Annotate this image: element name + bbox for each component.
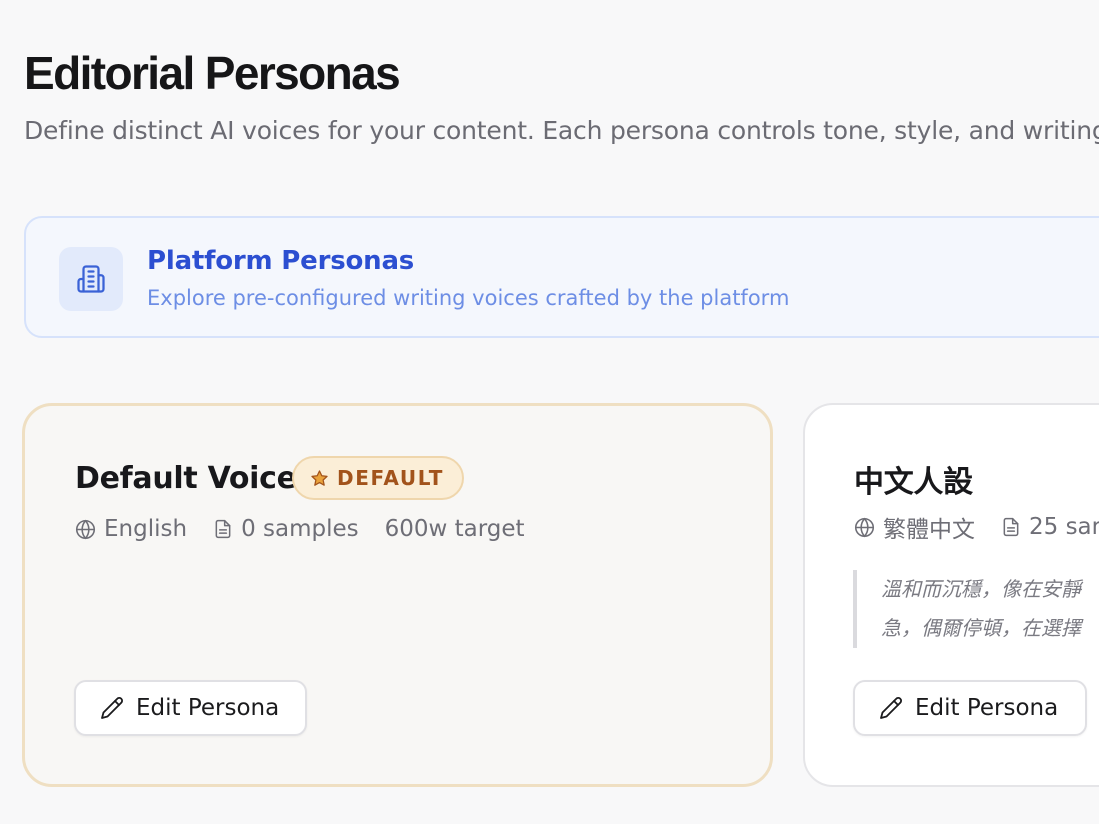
globe-icon [75, 519, 96, 540]
persona-name: Default Voice [75, 461, 297, 496]
language-meta: 繁體中文 [854, 510, 975, 544]
document-icon [213, 519, 233, 539]
target-meta: 600w target [385, 516, 525, 542]
badge-label: DEFAULT [337, 466, 445, 490]
building-icon [59, 247, 123, 311]
samples-label: 25 samples [1029, 514, 1099, 540]
platform-personas-banner[interactable]: Platform Personas Explore pre-configured… [24, 216, 1099, 338]
page-subtitle: Define distinct AI voices for your conte… [24, 116, 1099, 145]
persona-card-chinese[interactable]: 中文人設 繁體中文 25 samples 溫和而沉穩，像在 [803, 403, 1099, 787]
language-label: 繁體中文 [883, 517, 975, 543]
page-title: Editorial Personas [24, 47, 401, 99]
samples-meta: 25 samples [1001, 514, 1099, 540]
samples-label: 0 samples [241, 516, 359, 542]
quote-line: 急，偶爾停頓，在選擇 [881, 616, 1081, 640]
star-icon [310, 469, 329, 488]
samples-meta: 0 samples [213, 516, 359, 542]
edit-persona-label: Edit Persona [915, 695, 1059, 721]
edit-persona-label: Edit Persona [136, 695, 280, 721]
language-label: English [104, 516, 188, 542]
quote-line: 溫和而沉穩，像在安靜 [881, 577, 1081, 601]
pencil-icon [879, 696, 903, 720]
persona-name: 中文人設 [854, 465, 973, 500]
default-badge: DEFAULT [292, 456, 465, 500]
banner-description: Explore pre-configured writing voices cr… [147, 286, 790, 310]
edit-persona-button[interactable]: Edit Persona [74, 680, 307, 736]
globe-icon [854, 517, 875, 538]
language-meta: English [75, 516, 187, 542]
edit-persona-button[interactable]: Edit Persona [853, 680, 1087, 736]
persona-meta: English 0 samples 600w target [75, 516, 525, 542]
banner-title: Platform Personas [147, 246, 415, 276]
personas-page: Editorial Personas Define distinct AI vo… [0, 0, 1099, 824]
persona-card-default[interactable]: Default Voice DEFAULT English 0 samples … [22, 403, 773, 787]
target-label: 600w target [384, 516, 525, 542]
pencil-icon [100, 696, 124, 720]
persona-meta: 繁體中文 25 samples [854, 510, 1099, 544]
document-icon [1001, 517, 1021, 537]
persona-voice-quote: 溫和而沉穩，像在安靜 急，偶爾停頓，在選擇 [853, 570, 1099, 648]
